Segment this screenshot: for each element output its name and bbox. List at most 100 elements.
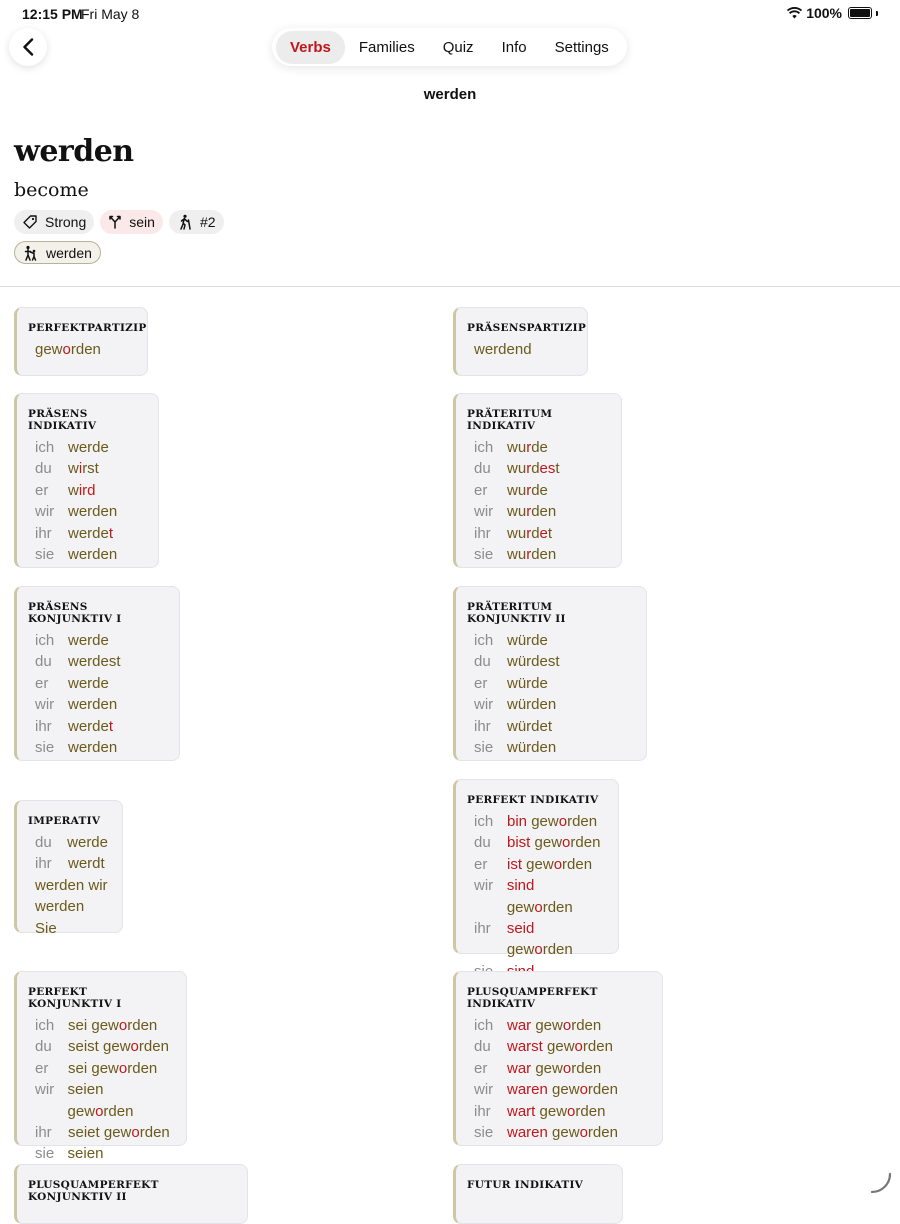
- pronoun: ihr: [474, 920, 491, 938]
- table-perfekt-indikativ: PERFEKT INDIKATIV ich bin geworden du bist …: [453, 779, 619, 1001]
- verb-form: würden: [507, 739, 557, 757]
- pronoun: ich: [35, 632, 55, 649]
- pronoun: wir: [474, 1081, 494, 1099]
- verb-form: werden: [68, 696, 118, 714]
- conjugation-row: du würdest: [467, 651, 632, 672]
- verb-form: werdet: [68, 717, 114, 735]
- table-praeteritum-konjunktiv-2: PRÄTERITUM KONJUNKTIV II ich würde du würde…: [453, 586, 647, 761]
- conjugation-row: er sei geworden: [28, 1058, 172, 1079]
- table-futur-indikativ: FUTUR INDIKATIV: [453, 1164, 623, 1224]
- pronoun: du: [35, 460, 52, 478]
- chip-rank[interactable]: #2: [168, 210, 224, 234]
- conjugation-row: wir wurden: [467, 501, 607, 522]
- pronoun: wir: [35, 503, 55, 521]
- conjugation-rows: ich war geworden du warst geworden er war gew…: [467, 1015, 648, 1143]
- pronoun: sie: [35, 739, 55, 757]
- tab-info[interactable]: Info: [488, 31, 541, 64]
- scroll-corner-icon: [870, 1172, 892, 1194]
- pronoun: sie: [474, 1124, 494, 1142]
- pronoun: ich: [474, 1017, 494, 1034]
- table-plusquamperfekt-indikativ: PLUSQUAMPERFEKT INDIKATIV ich war geworde…: [453, 971, 663, 1146]
- tab-verbs[interactable]: Verbs: [276, 30, 345, 64]
- chip-label: Strong: [45, 214, 87, 230]
- verb-form: war geworden: [507, 1017, 602, 1034]
- pronoun: du: [474, 834, 491, 852]
- verb-infinitive: werden: [14, 134, 134, 169]
- verb-form: wird: [68, 481, 96, 499]
- tab-quiz[interactable]: Quiz: [429, 31, 488, 64]
- table-perfekt-konjunktiv-1: PERFEKT KONJUNKTIV I ich sei geworden du se…: [14, 971, 187, 1184]
- verb-form: waren geworden: [507, 1081, 618, 1099]
- verb-form: wurdest: [507, 460, 560, 478]
- battery-nub: [876, 10, 878, 16]
- conjugation-row: ihr werdt: [28, 853, 108, 874]
- pronoun: du: [474, 653, 491, 671]
- pronoun: wir: [35, 696, 55, 714]
- conjugation-row: wir würden: [467, 694, 632, 715]
- back-button[interactable]: [9, 28, 47, 66]
- table-plusquamperfekt-konjunktiv-2: PLUSQUAMPERFEKT KONJUNKTIV II: [14, 1164, 248, 1224]
- family-icon: [24, 245, 37, 261]
- conjugation-row: ich bin geworden: [467, 811, 604, 832]
- table-title: PLUSQUAMPERFEKT KONJUNKTIV II: [28, 1179, 159, 1203]
- table-title: PERFEKTPARTIZIP: [28, 322, 147, 334]
- pronoun: ihr: [35, 717, 52, 735]
- pronoun: du: [474, 460, 491, 478]
- verb-form: warst geworden: [507, 1038, 613, 1056]
- conjugation-row: ihr würdet: [467, 716, 632, 737]
- form-value: geworden: [35, 341, 101, 358]
- verb-form: sei geworden: [68, 1017, 158, 1034]
- tab-settings[interactable]: Settings: [541, 31, 623, 64]
- tab-families[interactable]: Families: [345, 31, 429, 64]
- conjugation-row: wir seien geworden: [28, 1079, 172, 1122]
- conjugation-row: er ist geworden: [467, 854, 604, 875]
- table-imperativ: IMPERATIV du werde ihr werdt werden wir werde…: [14, 800, 123, 937]
- conjugation-row: du wirst: [28, 458, 144, 479]
- status-time: 12:15 PM: [22, 6, 83, 22]
- conjugation-row: du wurdest: [467, 458, 607, 479]
- conjugation-row: werden wir: [28, 875, 108, 896]
- conjugation-row: ich werde: [28, 437, 144, 458]
- conjugation-row: du werde: [28, 832, 108, 853]
- verb-form: sind geworden: [506, 877, 573, 916]
- conjugation-row: sie werden: [28, 544, 144, 565]
- verb-meaning: become: [14, 179, 89, 201]
- conjugation-row: sie wurden: [467, 544, 607, 565]
- pronoun: ich: [35, 439, 55, 456]
- conjugation-row: du seist geworden: [28, 1036, 172, 1057]
- pronoun: ich: [35, 1017, 55, 1034]
- table-title: PRÄSENS KONJUNKTIV I: [28, 601, 122, 625]
- conjugation-row: er war geworden: [467, 1058, 648, 1079]
- conjugation-row: wir waren geworden: [467, 1079, 648, 1100]
- conjugation-row: ich sei geworden: [28, 1015, 172, 1036]
- pronoun: wir: [474, 877, 494, 895]
- chip-auxiliary[interactable]: sein: [100, 210, 163, 234]
- verb-form: seist geworden: [68, 1038, 169, 1056]
- verb-form: wart geworden: [507, 1102, 606, 1120]
- conjugation-row: ihr werdet: [28, 716, 165, 737]
- conjugation-row: wir werden: [28, 694, 165, 715]
- verb-form: werden: [68, 739, 118, 757]
- conjugation-row: sie waren geworden: [467, 1122, 648, 1143]
- chip-family[interactable]: werden: [14, 241, 101, 264]
- pronoun: du: [35, 1038, 52, 1056]
- pronoun: er: [474, 855, 488, 873]
- table-title: IMPERATIV: [28, 815, 101, 827]
- table-title: PERFEKT KONJUNKTIV I: [28, 986, 122, 1010]
- pronoun: sie: [474, 546, 494, 564]
- verb-form: werden: [68, 546, 118, 564]
- verb-form: werden Sie: [35, 898, 85, 937]
- conjugation-row: wir werden: [28, 501, 144, 522]
- tab-bar: Verbs Families Quiz Info Settings: [272, 28, 627, 66]
- table-title: PRÄSENSPARTIZIP: [467, 322, 587, 334]
- conjugation-row: ihr seiet geworden: [28, 1122, 172, 1143]
- table-perfektpartizip: PERFEKTPARTIZIP geworden: [14, 307, 148, 376]
- fork-icon: [109, 215, 121, 229]
- verb-form: würden: [507, 696, 557, 714]
- pronoun: ich: [474, 632, 494, 649]
- pronoun: er: [35, 1059, 49, 1077]
- conjugation-rows: ich werde du wirst er wird wir werden ihr werdet s…: [28, 437, 144, 565]
- conjugation-row: du warst geworden: [467, 1036, 648, 1057]
- verb-form: wurdet: [507, 524, 553, 542]
- chip-strong[interactable]: Strong: [14, 210, 95, 234]
